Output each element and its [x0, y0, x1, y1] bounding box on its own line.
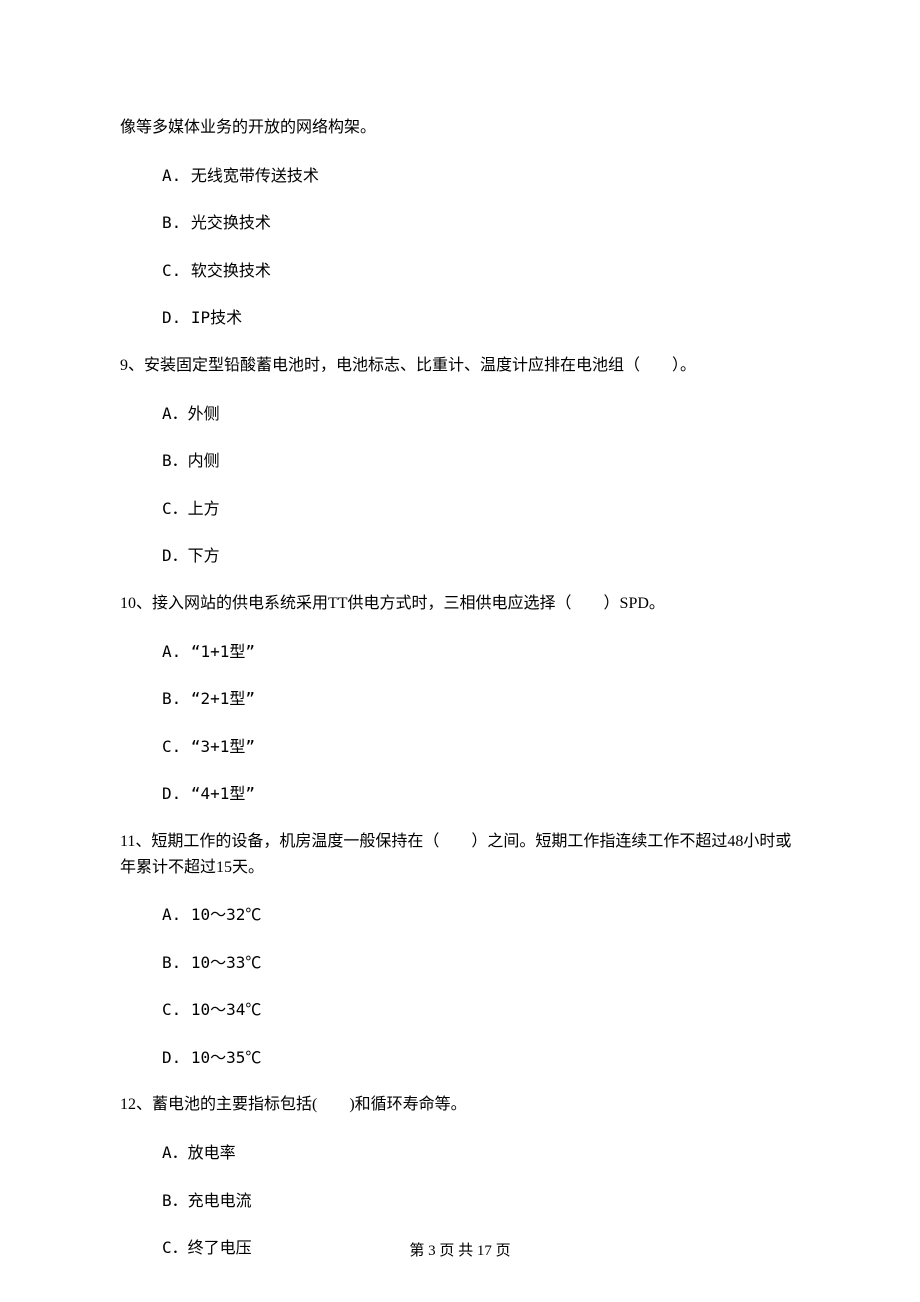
q9-option-d: D．下方	[120, 543, 800, 569]
question-12-stem: 12、蓄电池的主要指标包括( )和循环寿命等。	[120, 1092, 800, 1118]
q8-option-c: C. 软交换技术	[120, 258, 800, 284]
question-11-stem: 11、短期工作的设备，机房温度一般保持在（ ）之间。短期工作指连续工作不超过48…	[120, 829, 800, 880]
q10-option-d: D. “4+1型”	[120, 781, 800, 807]
question-8-continued: 像等多媒体业务的开放的网络构架。	[120, 115, 800, 141]
page-footer: 第 3 页 共 17 页	[0, 1239, 920, 1260]
q9-option-b: B．内侧	[120, 448, 800, 474]
q9-option-a: A．外侧	[120, 401, 800, 427]
q11-option-a: A. 10～32℃	[120, 902, 800, 928]
q11-option-d: D. 10～35℃	[120, 1045, 800, 1071]
q8-option-a: A. 无线宽带传送技术	[120, 163, 800, 189]
q12-option-b: B．充电电流	[120, 1188, 800, 1214]
q10-option-c: C. “3+1型”	[120, 734, 800, 760]
q8-option-b: B. 光交换技术	[120, 210, 800, 236]
question-10-stem: 10、接入网站的供电系统采用TT供电方式时，三相供电应选择（ ）SPD。	[120, 591, 800, 617]
q10-option-a: A. “1+1型”	[120, 639, 800, 665]
page-content: 像等多媒体业务的开放的网络构架。 A. 无线宽带传送技术 B. 光交换技术 C.…	[0, 0, 920, 1261]
q11-option-c: C. 10～34℃	[120, 997, 800, 1023]
q10-option-b: B. “2+1型”	[120, 686, 800, 712]
q9-option-c: C．上方	[120, 496, 800, 522]
q8-option-d: D. IP技术	[120, 305, 800, 331]
q11-option-b: B. 10～33℃	[120, 950, 800, 976]
q12-option-a: A．放电率	[120, 1140, 800, 1166]
question-9-stem: 9、安装固定型铅酸蓄电池时，电池标志、比重计、温度计应排在电池组（ ）。	[120, 353, 800, 379]
